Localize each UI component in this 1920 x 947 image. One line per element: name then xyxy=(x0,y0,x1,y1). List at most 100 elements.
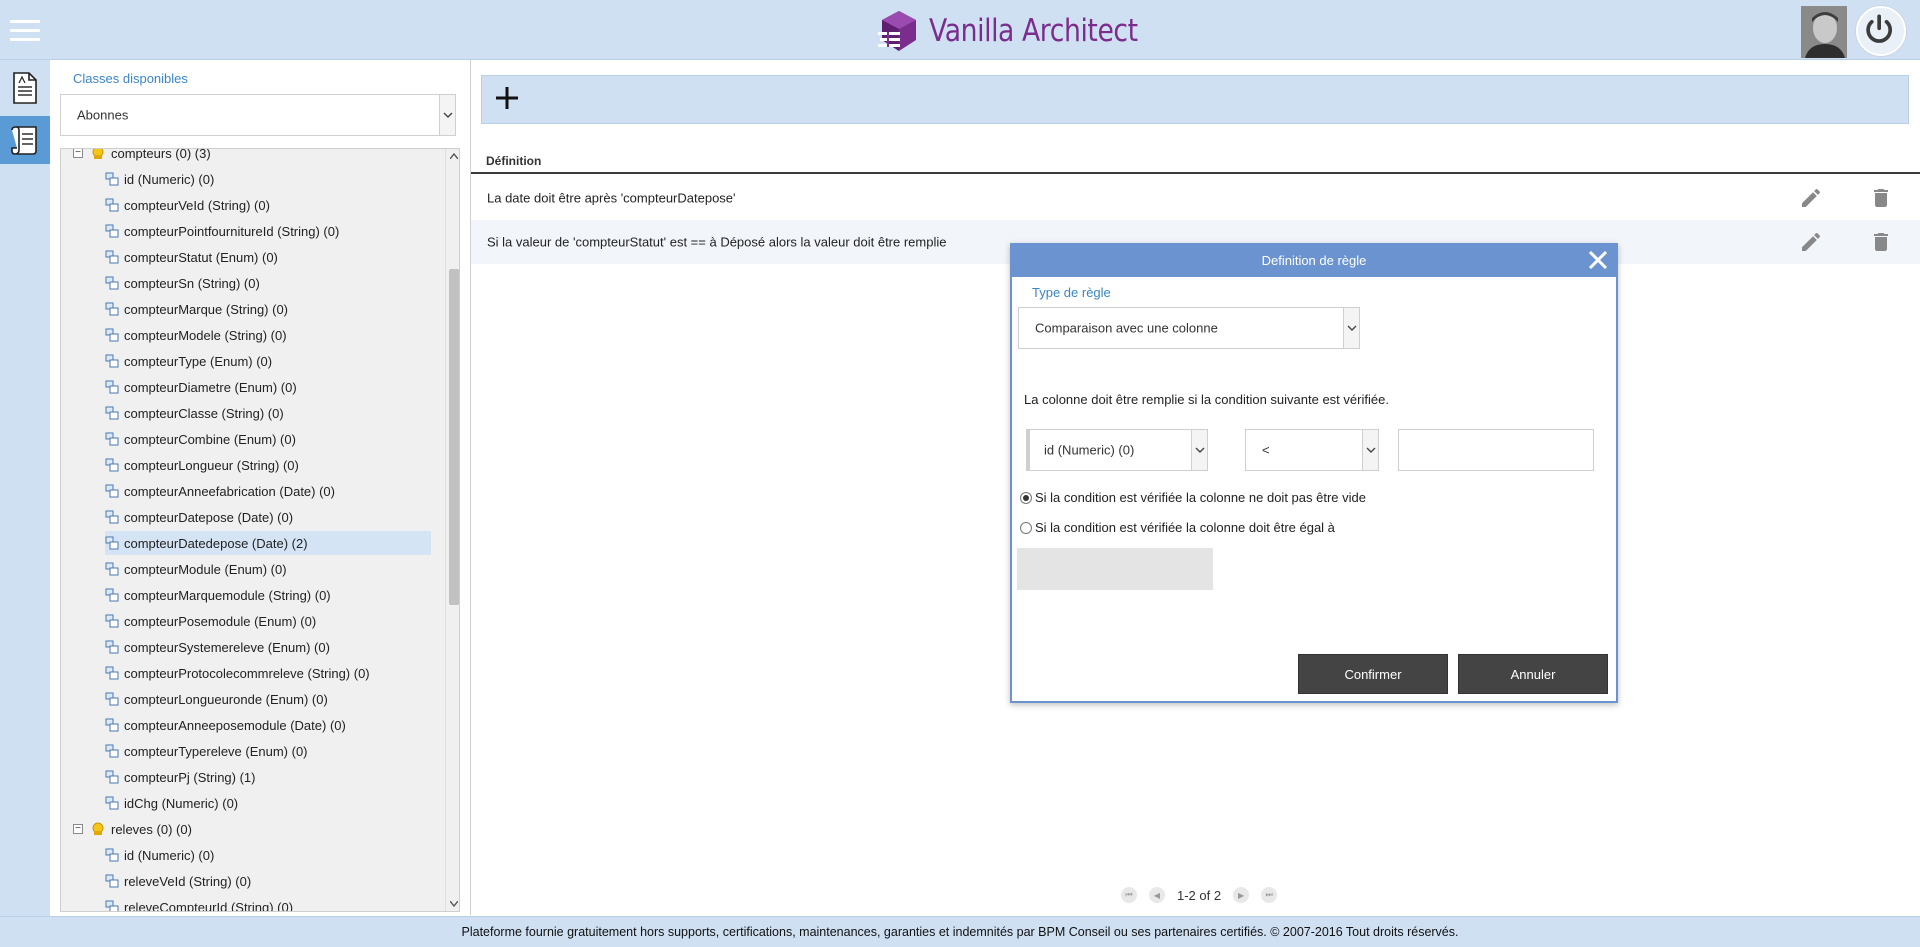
tree-field-node[interactable]: compteurPj (String) (1) xyxy=(105,765,431,789)
tree-field-node[interactable]: compteurMarque (String) (0) xyxy=(105,297,431,321)
collapse-icon[interactable]: − xyxy=(73,824,83,834)
radio-button[interactable] xyxy=(1020,521,1032,534)
menu-icon[interactable] xyxy=(10,14,40,44)
tree-field-node[interactable]: compteurTypereleve (Enum) (0) xyxy=(105,739,431,763)
tree-field-node[interactable]: compteurStatut (Enum) (0) xyxy=(105,245,431,269)
nav-documents[interactable] xyxy=(0,64,50,112)
tree-field-node[interactable]: compteurPosemodule (Enum) (0) xyxy=(105,609,431,633)
tree-class-node[interactable]: − compteurs (0) (3) xyxy=(73,149,433,165)
tree-node-label: compteurSn (String) (0) xyxy=(124,275,260,291)
tree-field-node[interactable]: compteurLongueur (String) (0) xyxy=(105,453,431,477)
tree-field-node[interactable]: releveVeId (String) (0) xyxy=(105,869,431,893)
edit-icon[interactable] xyxy=(1799,186,1823,210)
top-bar: Vanilla Architect xyxy=(0,0,1920,60)
chevron-down-icon xyxy=(439,95,455,135)
delete-icon[interactable] xyxy=(1869,186,1893,210)
confirm-button[interactable]: Confirmer xyxy=(1298,654,1448,694)
classes-label: Classes disponibles xyxy=(73,71,188,86)
add-rule-button[interactable] xyxy=(494,84,520,114)
compare-value-input[interactable] xyxy=(1398,429,1594,471)
tree-field-node[interactable]: compteurType (Enum) (0) xyxy=(105,349,431,373)
collapse-icon[interactable]: − xyxy=(73,149,83,158)
nav-rules[interactable] xyxy=(0,116,50,164)
field-icon xyxy=(105,666,119,680)
tree-node-label: id (Numeric) (0) xyxy=(124,171,215,187)
column-select[interactable]: id (Numeric) (0) xyxy=(1026,429,1208,471)
tree-node-label: compteurDatepose (Date) (0) xyxy=(124,509,294,525)
field-icon xyxy=(105,588,119,602)
class-tree-list: − compteurs (0) (3) id (Numeric) (0) compte… xyxy=(61,149,445,912)
tree-node-label: compteurType (Enum) (0) xyxy=(124,353,273,369)
column-header-definition[interactable]: Définition xyxy=(486,154,541,168)
tree-field-node[interactable]: compteurModule (Enum) (0) xyxy=(105,557,431,581)
tree-field-node[interactable]: id (Numeric) (0) xyxy=(105,167,431,191)
radio-not-empty[interactable]: Si la condition est vérifiée la colonne … xyxy=(1020,490,1366,505)
tree-field-node[interactable]: compteurAnneeposemodule (Date) (0) xyxy=(105,713,431,737)
tree-field-node[interactable]: compteurLongueuronde (Enum) (0) xyxy=(105,687,431,711)
tree-field-node[interactable]: compteurPointfournitureId (String) (0) xyxy=(105,219,431,243)
field-icon xyxy=(105,718,119,732)
field-icon xyxy=(105,744,119,758)
tree-node-label: compteurAnneefabrication (Date) (0) xyxy=(124,483,335,499)
rule-text: Si la valeur de 'compteurStatut' est == … xyxy=(487,234,947,250)
tree-field-node[interactable]: idChg (Numeric) (0) xyxy=(105,791,431,815)
operator-select[interactable]: < xyxy=(1245,429,1379,471)
field-icon xyxy=(105,796,119,810)
cancel-button[interactable]: Annuler xyxy=(1458,654,1608,694)
tree-field-node[interactable]: compteurAnneefabrication (Date) (0) xyxy=(105,479,431,503)
rule-type-value: Comparaison avec une colonne xyxy=(1035,320,1218,336)
rule-type-select[interactable]: Comparaison avec une colonne xyxy=(1018,307,1360,349)
radio-button[interactable] xyxy=(1020,491,1032,504)
equal-value-input xyxy=(1017,548,1213,590)
avatar[interactable] xyxy=(1801,6,1847,58)
tree-node-label: compteurModule (Enum) (0) xyxy=(124,561,287,577)
tree-field-node[interactable]: compteurDatepose (Date) (0) xyxy=(105,505,431,529)
tree-field-node[interactable]: compteurSn (String) (0) xyxy=(105,271,431,295)
power-button[interactable] xyxy=(1856,6,1906,56)
first-page-icon[interactable]: ⏮ xyxy=(1121,887,1137,903)
tree-node-label: compteurSystemereleve (Enum) (0) xyxy=(124,639,330,655)
radio-equal-label: Si la condition est vérifiée la colonne … xyxy=(1035,520,1335,535)
rule-text: La date doit être après 'compteurDatepos… xyxy=(487,190,736,206)
condition-text: La colonne doit être remplie si la condi… xyxy=(1024,392,1389,407)
last-page-icon[interactable]: ⏭ xyxy=(1261,887,1278,903)
tree-field-node[interactable]: compteurCombine (Enum) (0) xyxy=(105,427,431,451)
tree-field-node[interactable]: compteurVeId (String) (0) xyxy=(105,193,431,217)
tree-field-node[interactable]: compteurModele (String) (0) xyxy=(105,323,431,347)
scroll-up-icon[interactable] xyxy=(450,153,458,159)
class-select[interactable]: Abonnes xyxy=(60,94,456,136)
tree-field-node[interactable]: compteurSystemereleve (Enum) (0) xyxy=(105,635,431,659)
logo-icon xyxy=(878,11,916,51)
tree-scrollbar[interactable] xyxy=(445,149,459,911)
table-row[interactable]: La date doit être après 'compteurDatepos… xyxy=(471,176,1920,220)
script-icon xyxy=(11,126,37,155)
radio-equal[interactable]: Si la condition est vérifiée la colonne … xyxy=(1020,520,1335,535)
column-select-value: id (Numeric) (0) xyxy=(1044,442,1135,458)
tree-field-node[interactable]: releveCompteurId (String) (0) xyxy=(105,895,431,912)
tree-node-label: releveCompteurId (String) (0) xyxy=(124,899,294,912)
field-icon xyxy=(105,614,119,628)
field-icon xyxy=(105,406,119,420)
scroll-down-icon[interactable] xyxy=(450,901,458,907)
tree-field-node[interactable]: compteurMarquemodule (String) (0) xyxy=(105,583,431,607)
delete-icon[interactable] xyxy=(1869,230,1893,254)
edit-icon[interactable] xyxy=(1799,230,1823,254)
tree-field-node[interactable]: id (Numeric) (0) xyxy=(105,843,431,867)
tree-field-node[interactable]: compteurClasse (String) (0) xyxy=(105,401,431,425)
close-icon[interactable] xyxy=(1586,249,1610,273)
prev-page-icon[interactable]: ◀ xyxy=(1149,887,1165,903)
chevron-down-icon xyxy=(1362,430,1378,470)
operator-select-value: < xyxy=(1262,442,1270,458)
field-icon xyxy=(105,536,119,550)
tree-field-node[interactable]: compteurDatedepose (Date) (2) xyxy=(105,531,431,555)
tree-node-label: compteurLongueur (String) (0) xyxy=(124,457,299,473)
tree-class-node[interactable]: − releves (0) (0) xyxy=(73,817,433,841)
tree-field-node[interactable]: compteurProtocolecommreleve (String) (0) xyxy=(105,661,431,685)
scroll-thumb[interactable] xyxy=(449,269,459,605)
next-page-icon[interactable]: ▶ xyxy=(1233,887,1250,903)
left-nav xyxy=(0,60,50,916)
class-icon xyxy=(92,149,104,159)
tree-field-node[interactable]: compteurDiametre (Enum) (0) xyxy=(105,375,431,399)
tree-node-label: id (Numeric) (0) xyxy=(124,847,215,863)
class-tree[interactable]: − compteurs (0) (3) id (Numeric) (0) compte… xyxy=(60,148,460,912)
